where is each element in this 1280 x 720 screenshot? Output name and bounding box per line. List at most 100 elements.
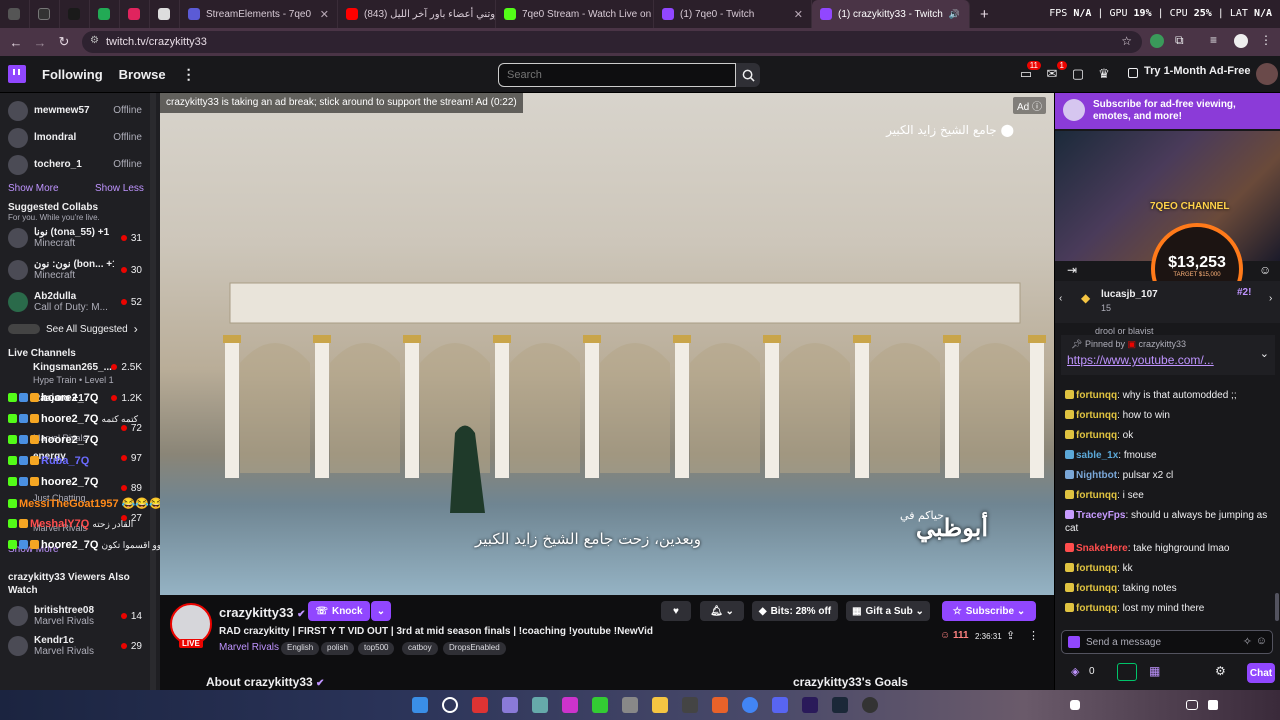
crown-icon[interactable]: ♛ <box>1096 66 1112 82</box>
close-icon[interactable]: ✕ <box>320 8 329 21</box>
gift-sub-button[interactable]: ▦ Gift a Sub ⌄ <box>846 601 930 621</box>
leaderboard-user[interactable]: lucasjb_107 <box>1101 289 1158 300</box>
chat-username[interactable]: fortunqq <box>1076 583 1117 594</box>
subscribe-banner[interactable]: Subscribe for ad-free viewing, emotes, a… <box>1055 93 1280 129</box>
gift-icon[interactable]: ▦ <box>1149 664 1160 678</box>
collapse-chat-icon[interactable]: ⇥ <box>1067 263 1077 277</box>
pinned-tab[interactable] <box>60 0 90 28</box>
chevron-right-icon[interactable]: › <box>1269 293 1272 304</box>
knock-dropdown-button[interactable]: ⌄ <box>371 601 391 621</box>
app-icon[interactable] <box>592 697 608 713</box>
collab-channel[interactable]: Ab2dulla Call of Duty: M... 52 <box>0 286 160 318</box>
subscribe-button[interactable]: ☆ Subscribe ⌄ <box>942 601 1036 621</box>
tab-streamelements[interactable]: StreamElements - 7qe0 ✕ <box>180 0 338 28</box>
app-icon[interactable] <box>502 697 518 713</box>
notifications-icon[interactable]: ▭ 11 <box>1018 61 1041 82</box>
follow-heart-button[interactable]: ♥ <box>661 601 691 621</box>
live-channel-name[interactable]: Kingsman265_... <box>33 362 112 373</box>
more-vertical-icon[interactable]: ⋮ <box>1260 33 1272 47</box>
chat-scrollbar[interactable] <box>1275 593 1279 621</box>
tag-top500[interactable]: top500 <box>358 642 395 655</box>
chat-username[interactable]: SnakeHere <box>1076 543 1128 554</box>
tag-english[interactable]: English <box>281 642 320 655</box>
steam-icon[interactable] <box>832 697 848 713</box>
pinned-tab[interactable] <box>90 0 120 28</box>
magic-icon[interactable]: ✧ <box>1243 635 1252 648</box>
pinned-message[interactable]: 📌︎ Pinned by ▣ crazykitty33 https://www.… <box>1061 335 1275 375</box>
following-link[interactable]: Following <box>42 67 103 82</box>
app-icon[interactable] <box>532 697 548 713</box>
tab-twitch-crazykitty33[interactable]: (1) crazykitty33 - Twitch🔊✕ <box>812 0 970 28</box>
volume-icon[interactable] <box>1208 700 1218 710</box>
channel-points-icon[interactable]: ◈ <box>1071 665 1079 678</box>
chat-input[interactable]: Send a message ✧ ☺ <box>1061 630 1273 654</box>
twitch-logo-icon[interactable] <box>8 65 26 83</box>
chat-send-button[interactable]: Chat <box>1247 663 1275 683</box>
profile-avatar[interactable] <box>1234 34 1248 48</box>
chat-username[interactable]: sable_1x <box>1076 450 1118 461</box>
close-icon[interactable]: ✕ <box>794 8 803 21</box>
emote-smile-icon[interactable]: ☺ <box>1256 635 1267 647</box>
reload-icon[interactable]: ↻ <box>52 34 76 50</box>
show-less-link[interactable]: Show Less <box>95 183 144 194</box>
chat-username[interactable]: fortunqq <box>1076 563 1117 574</box>
inbox-icon[interactable]: ✉ 1 <box>1044 61 1067 82</box>
extension-icon[interactable] <box>1150 34 1164 48</box>
pinned-tab[interactable] <box>0 0 30 28</box>
followed-channel[interactable]: mewmew57 Offline <box>0 97 160 124</box>
collab-channel[interactable]: نونا (tona_55) +1 Minecraft 31 <box>0 222 160 254</box>
tab-youtube[interactable]: (843) روتني أعضاء باور آخر الليل✕ <box>338 0 496 28</box>
tag-dropsenabled[interactable]: DropsEnabled <box>443 642 506 655</box>
app-icon[interactable] <box>472 697 488 713</box>
new-tab-button[interactable]: + <box>970 6 999 23</box>
menu-lines-icon[interactable]: ≡ <box>1210 33 1217 47</box>
chat-username[interactable]: Nightbot <box>1076 470 1117 481</box>
network-icon[interactable] <box>1186 700 1198 710</box>
bookmark-star-icon[interactable]: ☆ <box>1121 34 1132 48</box>
chat-username[interactable]: fortunqq <box>1076 410 1117 421</box>
obs-icon[interactable] <box>862 697 878 713</box>
chat-identity-icon[interactable] <box>1068 636 1080 648</box>
bits-button[interactable]: ◆ Bits: 28% off <box>752 601 838 621</box>
pinned-tab[interactable] <box>150 0 180 28</box>
chevron-down-icon[interactable]: ⌄ <box>1260 347 1269 360</box>
notifications-button[interactable]: 🔔︎ ⌄ <box>700 601 744 621</box>
discord-icon[interactable] <box>772 697 788 713</box>
pinned-link[interactable]: https://www.youtube.com/... <box>1067 353 1214 367</box>
search-icon[interactable] <box>442 697 458 713</box>
app-icon[interactable] <box>622 697 638 713</box>
app-icon[interactable] <box>682 697 698 713</box>
chevron-left-icon[interactable]: ‹ <box>1059 293 1062 304</box>
users-icon[interactable]: ☺ <box>1259 263 1271 277</box>
folder-icon[interactable] <box>652 697 668 713</box>
game-link[interactable]: Marvel Rivals <box>219 642 279 653</box>
brave-icon[interactable] <box>712 697 728 713</box>
chat-username[interactable]: fortunqq <box>1076 490 1117 501</box>
app-icon[interactable] <box>562 697 578 713</box>
more-vertical-icon[interactable]: ⋮ <box>1028 629 1039 642</box>
premiere-icon[interactable] <box>802 697 818 713</box>
chat-username[interactable]: fortunqq <box>1076 390 1117 401</box>
knock-button[interactable]: ☏ Knock <box>308 601 370 621</box>
followed-channel[interactable]: lmondral Offline <box>0 124 160 151</box>
search-input[interactable] <box>498 63 736 87</box>
site-info-icon[interactable]: ⚙ <box>90 35 99 46</box>
speaker-icon[interactable]: 🔊 <box>949 9 960 20</box>
tab-twitch-7qe0[interactable]: (1) 7qe0 - Twitch ✕ <box>654 0 812 28</box>
windows-start-icon[interactable] <box>412 697 428 713</box>
user-avatar[interactable] <box>1256 63 1278 85</box>
settings-gear-icon[interactable]: ⚙ <box>1215 664 1226 678</box>
back-icon[interactable]: ← <box>4 35 28 50</box>
search-button[interactable] <box>736 63 760 87</box>
hype-chat-icon[interactable] <box>1117 663 1137 681</box>
try-adfree-button[interactable]: Try 1-Month Ad-Free <box>1144 65 1251 77</box>
also-watch-channel[interactable]: Kendr1c Marvel Rivals 29 <box>0 631 160 661</box>
chat-username[interactable]: TraceyFps <box>1076 510 1125 521</box>
browse-link[interactable]: Browse <box>119 67 166 82</box>
show-more-link[interactable]: Show More <box>8 183 59 194</box>
tray-icon[interactable] <box>1070 700 1080 710</box>
collab-channel[interactable]: نون: نون (bon... +1 Minecraft 30 <box>0 254 160 286</box>
chat-username[interactable]: fortunqq <box>1076 603 1117 614</box>
ad-label[interactable]: Ad ⓘ <box>1012 97 1046 114</box>
more-vertical-icon[interactable]: ⋮ <box>182 66 196 83</box>
